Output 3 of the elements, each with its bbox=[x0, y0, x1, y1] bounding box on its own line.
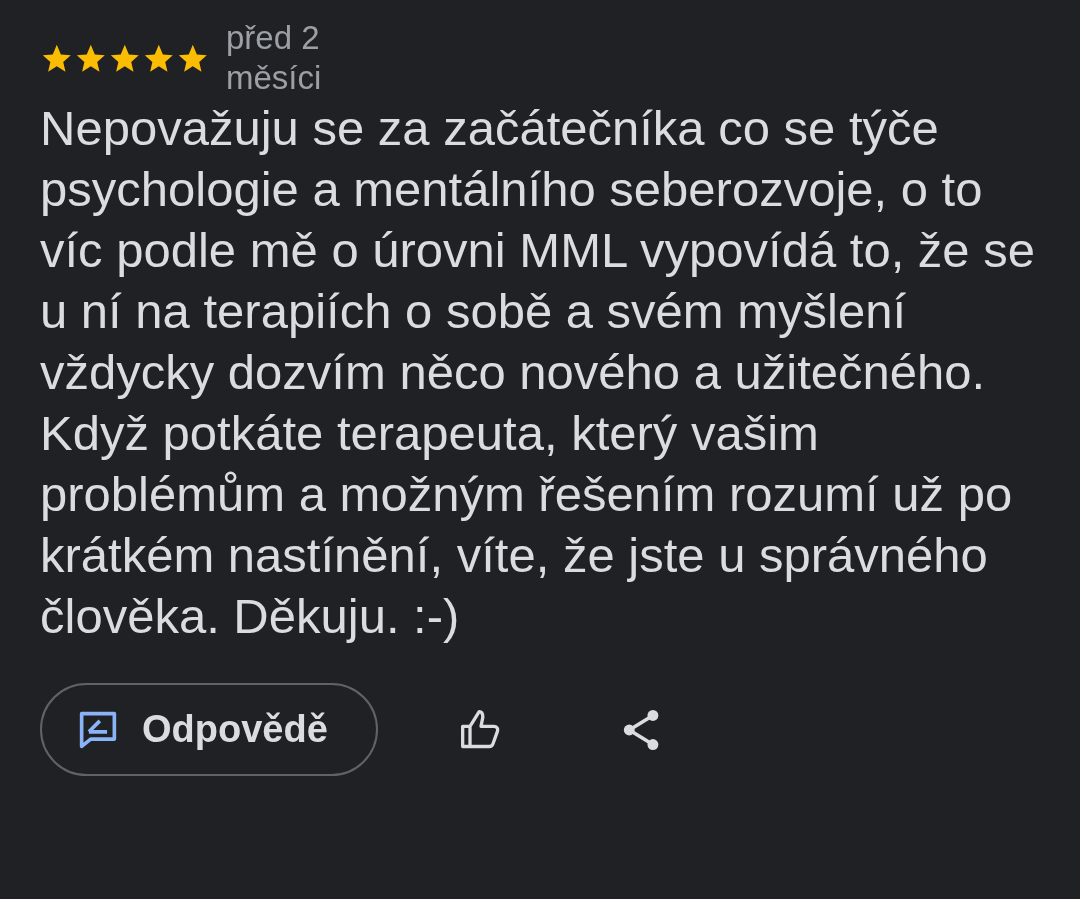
review-time: před 2 měsíci bbox=[226, 18, 323, 98]
reply-button[interactable]: Odpovědě bbox=[40, 683, 378, 776]
review-text: Nepovažuju se za začátečníka co se týče psychologie a mentálního seberozvoje, o to víc podle mě o úrovni MML vypovídá to, že se u ní na terapiích o sobě a svém myšlení vždycky dozvím něco nového a užitečného. Když potkáte terapeuta, který vašim problémům a možným řešením rozumí už po krátkém nastínění, víte, že jste u správného člověka. Děkuju. :-) bbox=[40, 100, 1036, 645]
